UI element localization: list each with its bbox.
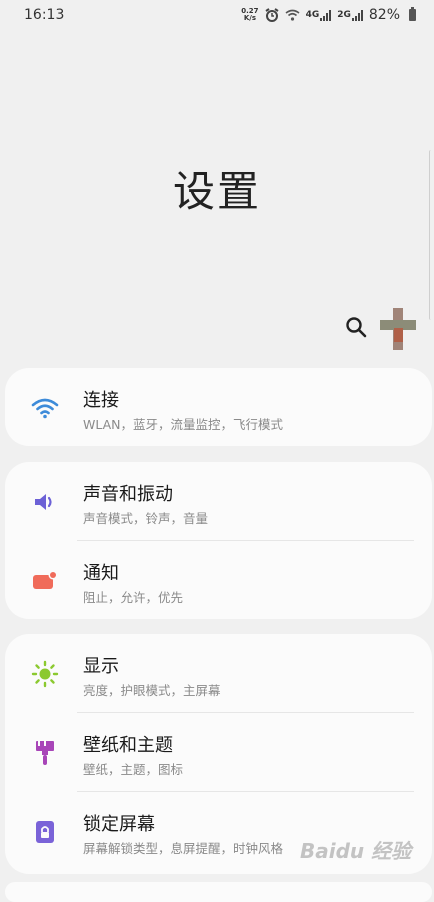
item-subtitle: 声音模式，铃声，音量 [83, 511, 209, 526]
signal-1: 4G [305, 9, 332, 21]
status-bar: 16:13 0.27 K/s 4G 2G 82% [0, 0, 434, 30]
item-subtitle: WLAN，蓝牙，流量监控，飞行模式 [83, 417, 284, 432]
item-label: 显示 [83, 656, 119, 677]
watermark: Baidu 经验 [300, 839, 412, 863]
signal-bars-icon [320, 9, 332, 21]
brightness-icon [31, 660, 59, 688]
settings-item-connections[interactable]: 连接 WLAN，蓝牙，流量监控，飞行模式 [5, 368, 432, 446]
wifi-icon [31, 394, 59, 422]
notification-icon [31, 567, 59, 595]
wifi-status-icon [285, 9, 300, 21]
item-label: 通知 [83, 563, 119, 584]
item-label: 锁定屏幕 [83, 814, 155, 835]
lock-icon [31, 818, 59, 846]
status-time: 16:13 [24, 7, 65, 23]
settings-item-notifications[interactable]: 通知 阻止，允许，优先 [5, 541, 432, 619]
item-subtitle: 壁纸，主题，图标 [83, 762, 184, 777]
paintbrush-icon [31, 739, 59, 767]
alarm-icon [265, 8, 279, 22]
search-icon[interactable] [344, 315, 368, 339]
signal-bars-icon [351, 9, 363, 21]
item-label: 声音和振动 [83, 484, 173, 505]
settings-item-wallpaper[interactable]: 壁纸和主题 壁纸，主题，图标 [5, 713, 432, 791]
item-subtitle: 亮度，护眼模式，主屏幕 [83, 683, 221, 698]
speaker-icon [31, 488, 59, 516]
settings-card-connections: 连接 WLAN，蓝牙，流量监控，飞行模式 [5, 368, 432, 446]
settings-card-sound: 声音和振动 声音模式，铃声，音量 通知 阻止，允许，优先 [5, 462, 432, 619]
scroll-handle[interactable] [429, 150, 434, 320]
item-label: 壁纸和主题 [83, 735, 173, 756]
item-subtitle: 屏幕解锁类型，息屏提醒，时钟风格 [83, 841, 284, 856]
settings-item-display[interactable]: 显示 亮度，护眼模式，主屏幕 [5, 634, 432, 712]
settings-card-next [5, 882, 432, 902]
settings-item-sound[interactable]: 声音和振动 声音模式，铃声，音量 [5, 462, 432, 540]
item-subtitle: 阻止，允许，优先 [83, 590, 184, 605]
signal-1-label: 4G [305, 10, 320, 20]
net-speed-unit: K/s [243, 14, 256, 22]
battery-percent: 82% [368, 7, 400, 23]
status-icons: 0.27 K/s 4G 2G 82% [241, 7, 416, 23]
battery-icon [409, 7, 416, 21]
avatar[interactable] [380, 308, 416, 350]
signal-2-label: 2G [337, 10, 351, 20]
item-label: 连接 [83, 390, 119, 411]
net-speed: 0.27 K/s [241, 8, 258, 22]
signal-2: 2G [337, 9, 363, 21]
page-title: 设置 [172, 167, 261, 216]
